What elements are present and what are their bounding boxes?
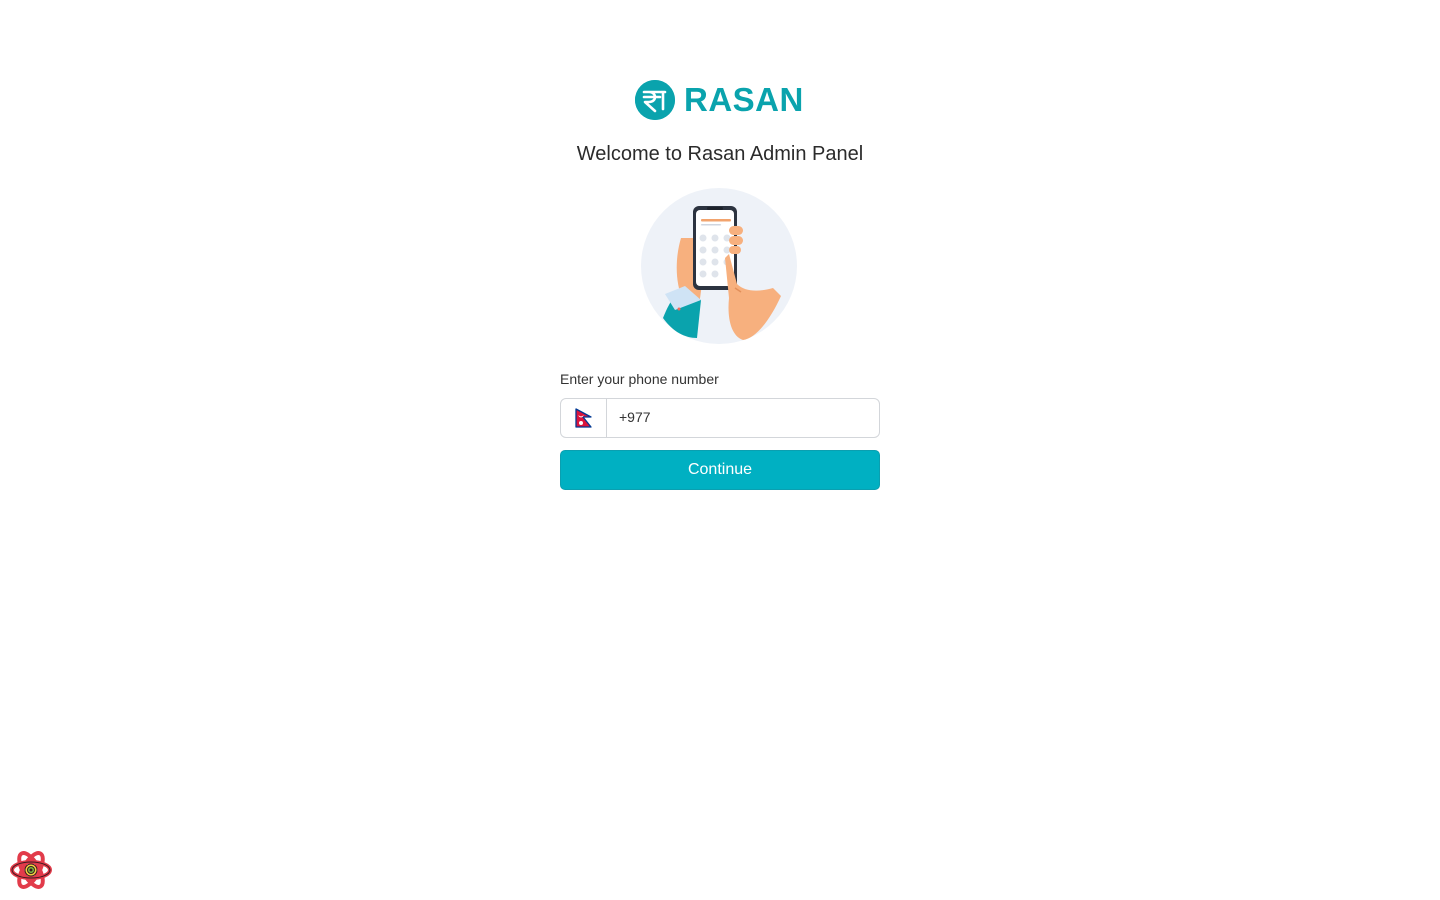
phone-number-label: Enter your phone number [560,371,719,387]
nepal-flag-icon [574,408,592,428]
country-flag-selector[interactable] [561,399,607,437]
rupee-logo-icon [635,80,675,120]
continue-button[interactable]: Continue [560,450,880,490]
phone-input-group [560,398,880,438]
login-page: RASAN Welcome to Rasan Admin Panel Enter… [0,0,1440,900]
welcome-title: Welcome to Rasan Admin Panel [576,143,864,165]
brand-name: RASAN [684,81,804,118]
rasan-logo: RASAN [635,80,807,120]
phone-in-hand-illustration [641,188,801,348]
react-query-devtools-icon[interactable] [10,850,52,890]
phone-number-input[interactable] [607,399,879,435]
